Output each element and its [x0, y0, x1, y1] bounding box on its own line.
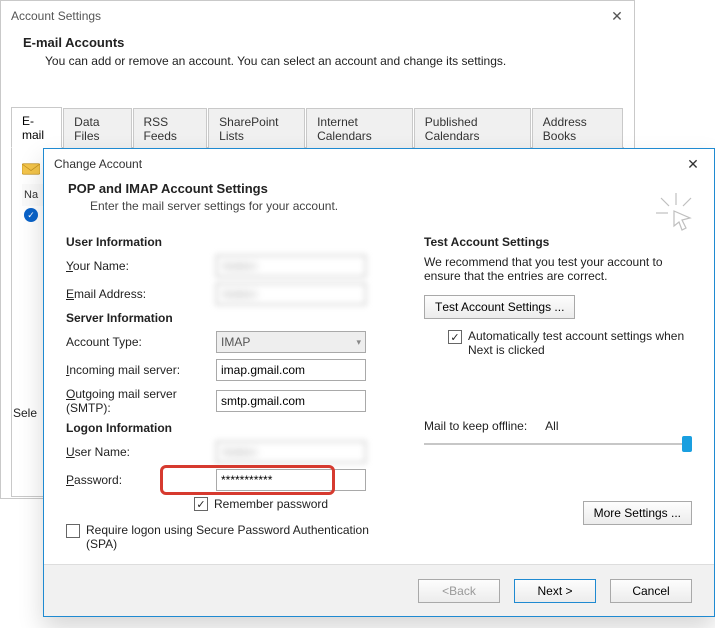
remember-password-highlight: [160, 465, 335, 495]
tab-datafiles[interactable]: Data Files: [63, 108, 131, 148]
tab-address-books[interactable]: Address Books: [532, 108, 623, 148]
cancel-button[interactable]: Cancel: [610, 579, 692, 603]
spa-checkbox[interactable]: [66, 524, 80, 538]
account-type-label: Account Type:: [66, 335, 216, 349]
test-account-heading: Test Account Settings: [424, 235, 692, 249]
test-account-settings-button[interactable]: Test Account Settings ...: [424, 295, 575, 319]
email-accounts-heading: E-mail Accounts: [23, 35, 612, 50]
change-account-window: Change Account ✕ POP and IMAP Account Se…: [43, 148, 715, 617]
pop-imap-heading: POP and IMAP Account Settings: [68, 181, 696, 196]
tab-email[interactable]: E-mail: [11, 107, 62, 148]
slider-thumb-icon: [682, 436, 692, 452]
back-button[interactable]: < Back: [418, 579, 500, 603]
outgoing-server-input[interactable]: [216, 390, 366, 412]
close-icon: ✕: [611, 8, 623, 25]
change-account-title: Change Account: [54, 157, 142, 171]
mail-offline-label: Mail to keep offline:: [424, 419, 527, 433]
account-settings-titlebar: Account Settings ✕: [1, 1, 634, 31]
incoming-server-input[interactable]: [216, 359, 366, 381]
email-address-input[interactable]: [216, 283, 366, 305]
username-input[interactable]: [216, 441, 366, 463]
tab-sharepoint[interactable]: SharePoint Lists: [208, 108, 305, 148]
logon-info-heading: Logon Information: [66, 421, 406, 435]
auto-test-checkbox[interactable]: [448, 330, 462, 344]
tab-published-calendars[interactable]: Published Calendars: [414, 108, 531, 148]
mail-offline-slider[interactable]: [424, 433, 692, 455]
your-name-input[interactable]: [216, 255, 366, 277]
mail-icon: [22, 162, 40, 176]
your-name-label: Your Name:: [66, 259, 216, 273]
change-account-titlebar: Change Account ✕: [44, 149, 714, 179]
account-settings-close-button[interactable]: ✕: [606, 5, 628, 27]
tab-internet-calendars[interactable]: Internet Calendars: [306, 108, 413, 148]
remember-password-label: Remember password: [214, 497, 328, 511]
next-button[interactable]: Next >: [514, 579, 596, 603]
more-settings-button[interactable]: More Settings ...: [583, 501, 692, 525]
server-info-heading: Server Information: [66, 311, 406, 325]
change-account-footer: < Back Next > Cancel: [44, 564, 714, 616]
spa-label: Require logon using Secure Password Auth…: [86, 523, 386, 551]
close-icon: ✕: [687, 156, 699, 173]
test-account-desc: We recommend that you test your account …: [424, 255, 692, 283]
outgoing-server-label: Outgoing mail server (SMTP):: [66, 387, 216, 415]
left-column: User Information Your Name: Email Addres…: [66, 229, 406, 551]
incoming-server-label: Incoming mail server:: [66, 363, 216, 377]
pop-imap-subtext: Enter the mail server settings for your …: [68, 199, 696, 213]
change-account-close-button[interactable]: ✕: [682, 153, 704, 175]
account-type-select: IMAP ▾: [216, 331, 366, 353]
email-accounts-subtext: You can add or remove an account. You ca…: [23, 54, 612, 68]
right-column: Test Account Settings We recommend that …: [406, 229, 692, 551]
remember-password-checkbox[interactable]: [194, 497, 208, 511]
account-settings-title: Account Settings: [11, 9, 101, 23]
auto-test-label: Automatically test account settings when…: [468, 329, 692, 357]
username-label: User Name:: [66, 445, 216, 459]
email-address-label: Email Address:: [66, 287, 216, 301]
select-partial-label: Sele: [13, 406, 37, 420]
tab-rssfeeds[interactable]: RSS Feeds: [133, 108, 208, 148]
mail-offline-value: All: [545, 419, 558, 433]
check-icon: ✓: [24, 208, 38, 222]
chevron-down-icon: ▾: [356, 337, 361, 348]
account-type-value: IMAP: [221, 335, 250, 349]
user-info-heading: User Information: [66, 235, 406, 249]
